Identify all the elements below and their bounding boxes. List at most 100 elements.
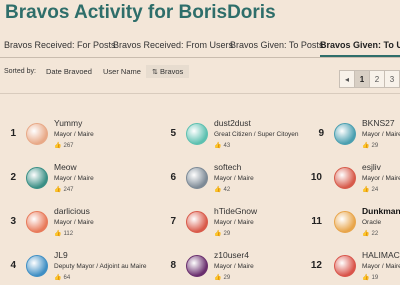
rank-number: 8 — [170, 260, 176, 271]
user-name-link[interactable]: Meow — [54, 162, 77, 172]
user-rank-title: Mayor / Maire — [362, 131, 400, 138]
leaderboard-entry[interactable]: 1 Yummy Mayor / Maire 👍 267 — [4, 118, 154, 160]
tab-received-posts[interactable]: Bravos Received: For Posts — [4, 40, 116, 50]
user-name-link[interactable]: darlicious — [54, 206, 90, 216]
thumbs-up-icon: 👍 — [214, 275, 222, 281]
rank-number: 12 — [310, 260, 322, 271]
thumbs-up-icon: 👍 — [214, 143, 222, 149]
thumbs-up-icon: 👍 — [362, 231, 370, 237]
avatar[interactable] — [334, 123, 356, 145]
avatar[interactable] — [334, 255, 356, 277]
sort-label: Sorted by: — [4, 68, 36, 75]
bravo-count: 👍 247 — [54, 186, 74, 193]
avatar[interactable] — [26, 211, 48, 233]
leaderboard-entry[interactable]: 5 dust2dust Great Citizen / Super Citoyen 👍… — [164, 118, 314, 160]
avatar[interactable] — [186, 211, 208, 233]
thumbs-up-icon: 👍 — [54, 187, 62, 193]
user-rank-title: Mayor / Maire — [214, 219, 254, 226]
rank-number: 9 — [318, 128, 324, 139]
tab-given-users[interactable]: Bravos Given: To Us — [320, 40, 400, 57]
thumbs-up-icon: 👍 — [214, 187, 222, 193]
chevron-left-icon[interactable]: ◂ — [339, 70, 355, 88]
bravo-count: 👍 29 — [362, 142, 378, 149]
bravo-count-value: 112 — [63, 231, 74, 237]
thumbs-up-icon: 👍 — [362, 275, 370, 281]
leaderboard-entry[interactable]: 12 HALIMACS Mayor / Maire 👍19 — [310, 250, 400, 285]
leaderboard-entry[interactable]: 6 softech Mayor / Maire 👍 42 — [164, 162, 314, 204]
rank-number: 7 — [170, 216, 176, 227]
user-name-link[interactable]: z10user4 — [214, 250, 249, 260]
bravo-count-value: 22 — [371, 231, 379, 237]
avatar[interactable] — [26, 255, 48, 277]
user-name-link[interactable]: dust2dust — [214, 118, 251, 128]
avatar[interactable] — [334, 167, 356, 189]
page-1[interactable]: 1 — [354, 70, 370, 88]
avatar[interactable] — [186, 167, 208, 189]
bravo-count-value: 29 — [223, 275, 231, 281]
leaderboard-entry[interactable]: 8 z10user4 Mayor / Maire 👍 29 — [164, 250, 314, 285]
page-3[interactable]: 3 — [384, 70, 400, 88]
rank-number: 2 — [10, 172, 16, 183]
bravo-count: 👍 29 — [214, 230, 230, 237]
user-name-link[interactable]: BKNS27 — [362, 118, 395, 128]
bravo-count: 👍 112 — [54, 230, 73, 237]
user-name-link[interactable]: hTideGnow — [214, 206, 257, 216]
sort-bravos-button[interactable]: ⇅ Bravos — [146, 65, 190, 78]
tab-received-users[interactable]: Bravos Received: From Users — [113, 40, 233, 50]
bravo-count: 👍 19 — [362, 274, 378, 281]
page-title: Bravos Activity for BorisDoris — [5, 2, 276, 23]
page-2[interactable]: 2 — [369, 70, 385, 88]
rank-number: 3 — [10, 216, 16, 227]
avatar[interactable] — [26, 167, 48, 189]
pagination: ◂ 1 2 3 — [339, 70, 400, 88]
user-rank-title: Mayor / Maire — [362, 175, 400, 182]
rank-number: 1 — [10, 128, 16, 139]
rank-number: 4 — [10, 260, 16, 271]
thumbs-up-icon: 👍 — [54, 231, 62, 237]
thumbs-up-icon: 👍 — [54, 143, 62, 149]
bravo-count: 👍 64 — [54, 274, 70, 281]
user-rank-title: Mayor / Maire — [54, 219, 94, 226]
avatar[interactable] — [186, 123, 208, 145]
leaderboard-entry[interactable]: 7 hTideGnow Mayor / Maire 👍 29 — [164, 206, 314, 248]
bravo-count-value: 64 — [63, 275, 71, 281]
sort-bravos-label: Bravos — [159, 67, 184, 76]
user-rank-title: Mayor / Maire — [54, 131, 94, 138]
user-name-link[interactable]: Dunkman☆ — [362, 206, 400, 217]
leaderboard-entry[interactable]: 2 Meow Mayor / Maire 👍 247 — [4, 162, 154, 204]
leaderboard-entry[interactable]: 4 JL9 Deputy Mayor / Adjoint au Maire 👍 64 — [4, 250, 154, 285]
bravo-count-value: 42 — [223, 187, 231, 193]
rank-number: 6 — [170, 172, 176, 183]
bravo-count-value: 29 — [223, 231, 231, 237]
user-name-link[interactable]: esjliv — [362, 162, 381, 172]
rank-number: 11 — [311, 216, 322, 227]
user-rank-title: Great Citizen / Super Citoyen — [214, 131, 299, 138]
tab-given-posts[interactable]: Bravos Given: To Posts — [230, 40, 323, 50]
user-name-link[interactable]: Yummy — [54, 118, 82, 128]
bravo-count-value: 247 — [63, 187, 74, 193]
bravo-count-value: 29 — [371, 143, 379, 149]
tab-bar: Bravos Received: For Posts Bravos Receiv… — [0, 30, 400, 58]
user-rank-title: Mayor / Maire — [214, 175, 254, 182]
user-name-link[interactable]: softech — [214, 162, 241, 172]
leaderboard-entry[interactable]: 11 Dunkman☆ Oracle 👍22 — [311, 206, 400, 248]
thumbs-up-icon: 👍 — [54, 275, 62, 281]
avatar[interactable] — [334, 211, 356, 233]
leaderboard-entry[interactable]: 3 darlicious Mayor / Maire 👍 112 — [4, 206, 154, 248]
bravo-count: 👍 42 — [214, 186, 230, 193]
sort-username-button[interactable]: User Name — [97, 65, 147, 78]
thumbs-up-icon: 👍 — [362, 187, 370, 193]
avatar[interactable] — [186, 255, 208, 277]
user-rank-title: Mayor / Maire — [362, 263, 400, 270]
user-name-link[interactable]: HALIMACS — [362, 250, 400, 260]
rank-number: 10 — [310, 172, 322, 183]
avatar[interactable] — [26, 123, 48, 145]
sort-date-button[interactable]: Date Bravoed — [40, 65, 98, 78]
user-name-link[interactable]: JL9 — [54, 250, 68, 260]
bravo-count: 👍 24 — [362, 186, 378, 193]
leaderboard-entry[interactable]: 9 BKNS27 Mayor / Maire 👍 29 — [312, 118, 400, 160]
leaderboard-entry[interactable]: 10 esjliv Mayor / Maire 👍 24 — [310, 162, 400, 204]
user-rank-title: Deputy Mayor / Adjoint au Maire — [54, 263, 147, 270]
bravo-count-value: 24 — [371, 187, 379, 193]
bravo-count: 👍 267 — [54, 142, 74, 149]
